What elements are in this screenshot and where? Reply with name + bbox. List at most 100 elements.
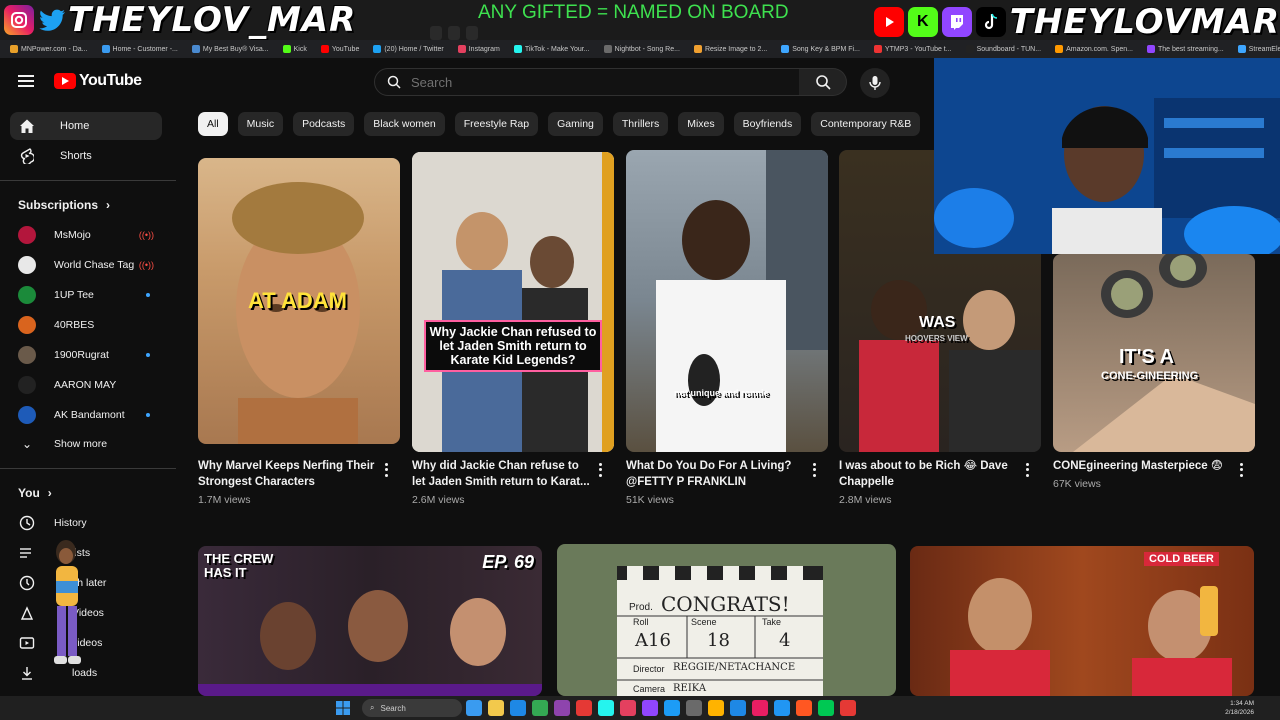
filter-chip[interactable]: Boyfriends (733, 112, 802, 136)
bookmark-item[interactable]: Nightbot - Song Re... (603, 45, 680, 53)
video-more-icon[interactable] (381, 462, 391, 478)
bookmark-item[interactable]: Soundboard - TUN... (965, 45, 1041, 53)
bookmark-label: Instagram (468, 45, 500, 53)
video-card[interactable]: Why Jackie Chan refused to let Jaden Smi… (412, 152, 622, 518)
filter-chip[interactable]: Contemporary R&B (811, 112, 921, 136)
video-title[interactable]: CONEgineering Masterpiece 😨 (1053, 458, 1235, 476)
filter-chip[interactable]: Music (237, 112, 284, 136)
video-title[interactable]: What Do You Do For A Living? @FETTY P FR… (626, 458, 808, 492)
filter-chip[interactable]: Freestyle Rap (454, 112, 539, 136)
menu-icon[interactable] (18, 75, 34, 87)
taskbar-app-icon[interactable] (752, 700, 768, 716)
subscription-item[interactable]: 1UP Tee (18, 283, 162, 307)
subscriptions-header[interactable]: Subscriptions › (18, 198, 110, 212)
taskbar-app-icon[interactable] (642, 700, 658, 716)
voice-search-button[interactable] (860, 68, 890, 98)
video-card[interactable]: AT ADAM Why Marvel Keeps Nerfing Their S… (198, 158, 408, 518)
subscription-item[interactable]: AARON MAY (18, 373, 162, 397)
bookmark-item[interactable]: My Best Buy® Visa... (191, 45, 269, 53)
bookmark-item[interactable]: Amazon.com. Spen... (1055, 45, 1133, 53)
taskbar-app-icon[interactable] (818, 700, 834, 716)
video-thumbnail[interactable]: THE CREW HAS IT EP. 69 (198, 546, 542, 696)
video-title[interactable]: I was about to be Rich 😂 Dave Chappelle (839, 458, 1021, 492)
subscription-item[interactable]: AK Bandamont (18, 403, 162, 427)
taskbar-app-icon[interactable] (686, 700, 702, 716)
search-button[interactable] (799, 68, 847, 96)
browser-tab[interactable] (466, 26, 478, 40)
browser-tab[interactable] (430, 26, 442, 40)
bookmark-item[interactable]: Song Key & BPM Fi... (781, 45, 860, 53)
sidebar-item-shorts[interactable]: Shorts (10, 142, 162, 170)
taskbar-app-icon[interactable] (466, 700, 482, 716)
taskbar-app-icon[interactable] (664, 700, 680, 716)
you-item[interactable]: videos (18, 631, 162, 655)
video-thumbnail[interactable]: not unique and ronnie (626, 150, 828, 452)
video-thumbnail[interactable]: IT'S A CONE-GINEERING (1053, 254, 1255, 452)
video-title[interactable]: Why Marvel Keeps Nerfing Their Strongest… (198, 458, 380, 492)
taskbar-app-icon[interactable] (708, 700, 724, 716)
bookmark-item[interactable]: Resize Image to 2... (693, 45, 767, 53)
bookmark-item[interactable]: The best streaming... (1146, 45, 1224, 53)
video-thumbnail[interactable]: COLD BEER (910, 546, 1254, 696)
taskbar-clock[interactable]: 1:34 AM 2/18/2026 (1225, 699, 1254, 717)
bookmark-label: My Best Buy® Visa... (202, 45, 269, 53)
video-card[interactable]: Prod. CONGRATS! Roll A16 Scene 18 Take 4… (557, 544, 896, 696)
you-item[interactable]: ch later (18, 571, 162, 595)
bookmark-item[interactable]: Home - Customer -... (101, 45, 178, 53)
taskbar-app-icon[interactable] (796, 700, 812, 716)
taskbar-app-icon[interactable] (598, 700, 614, 716)
bookmark-item[interactable]: YTMP3 - YouTube t... (873, 45, 952, 53)
taskbar-app-icon[interactable] (620, 700, 636, 716)
video-more-icon[interactable] (809, 462, 819, 478)
taskbar-app-icon[interactable] (774, 700, 790, 716)
video-more-icon[interactable] (1236, 462, 1246, 478)
show-more-button[interactable]: ⌄ Show more (18, 432, 162, 456)
sidebar-item-home[interactable]: Home (10, 112, 162, 140)
taskbar-app-icon[interactable] (554, 700, 570, 716)
video-card[interactable]: COLD BEER (910, 546, 1254, 696)
taskbar-app-icon[interactable] (576, 700, 592, 716)
windows-start-icon[interactable] (336, 701, 350, 715)
you-item[interactable]: Videos (18, 601, 162, 625)
taskbar-app-icon[interactable] (840, 700, 856, 716)
bookmark-item[interactable]: YouTube (320, 45, 359, 53)
video-card[interactable]: IT'S A CONE-GINEERING CONEgineering Mast… (1053, 254, 1263, 518)
subscription-item[interactable]: MsMojo ((•)) (18, 223, 162, 247)
taskbar-app-icon[interactable] (730, 700, 746, 716)
bookmark-item[interactable]: (20) Home / Twitter (373, 45, 444, 53)
video-card[interactable]: THE CREW HAS IT EP. 69 (198, 546, 542, 696)
subscription-item[interactable]: World Chase Tag ((•)) (18, 253, 162, 277)
bookmark-item[interactable]: MNPower.com - Da... (10, 45, 88, 53)
video-more-icon[interactable] (1022, 462, 1032, 478)
filter-chip[interactable]: All (198, 112, 228, 136)
taskbar-app-icon[interactable] (488, 700, 504, 716)
bookmark-item[interactable]: Kick (282, 45, 307, 53)
video-title[interactable]: Why did Jackie Chan refuse to let Jaden … (412, 458, 594, 492)
search-field[interactable] (374, 68, 800, 96)
taskbar-search[interactable]: ⌕ Search (362, 699, 462, 717)
you-header[interactable]: You › (18, 486, 52, 500)
filter-chip[interactable]: Black women (364, 112, 445, 136)
youtube-logo[interactable]: YouTube (54, 72, 142, 90)
search-input[interactable] (411, 74, 771, 90)
video-thumbnail[interactable]: Why Jackie Chan refused to let Jaden Smi… (412, 152, 614, 452)
bookmark-item[interactable]: StreamElements - S... (1237, 45, 1280, 53)
filter-chip[interactable]: Thrillers (612, 112, 669, 136)
filter-chip[interactable]: Gaming (548, 112, 603, 136)
subscription-item[interactable]: 40RBES (18, 313, 162, 337)
video-more-icon[interactable] (595, 462, 605, 478)
you-item[interactable]: lists (18, 541, 162, 565)
bookmark-item[interactable]: TikTok - Make Your... (513, 45, 590, 53)
subscription-item[interactable]: 1900Rugrat (18, 343, 162, 367)
video-thumbnail[interactable]: AT ADAM (198, 158, 400, 444)
you-item[interactable]: loads (18, 661, 162, 685)
browser-tab[interactable] (448, 26, 460, 40)
video-card[interactable]: not unique and ronnie What Do You Do For… (626, 150, 836, 518)
taskbar-app-icon[interactable] (510, 700, 526, 716)
bookmark-item[interactable]: Instagram (457, 45, 500, 53)
filter-chip[interactable]: Mixes (678, 112, 724, 136)
taskbar-app-icon[interactable] (532, 700, 548, 716)
you-item[interactable]: History (18, 511, 162, 535)
video-thumbnail[interactable]: Prod. CONGRATS! Roll A16 Scene 18 Take 4… (557, 544, 896, 696)
filter-chip[interactable]: Podcasts (293, 112, 355, 136)
